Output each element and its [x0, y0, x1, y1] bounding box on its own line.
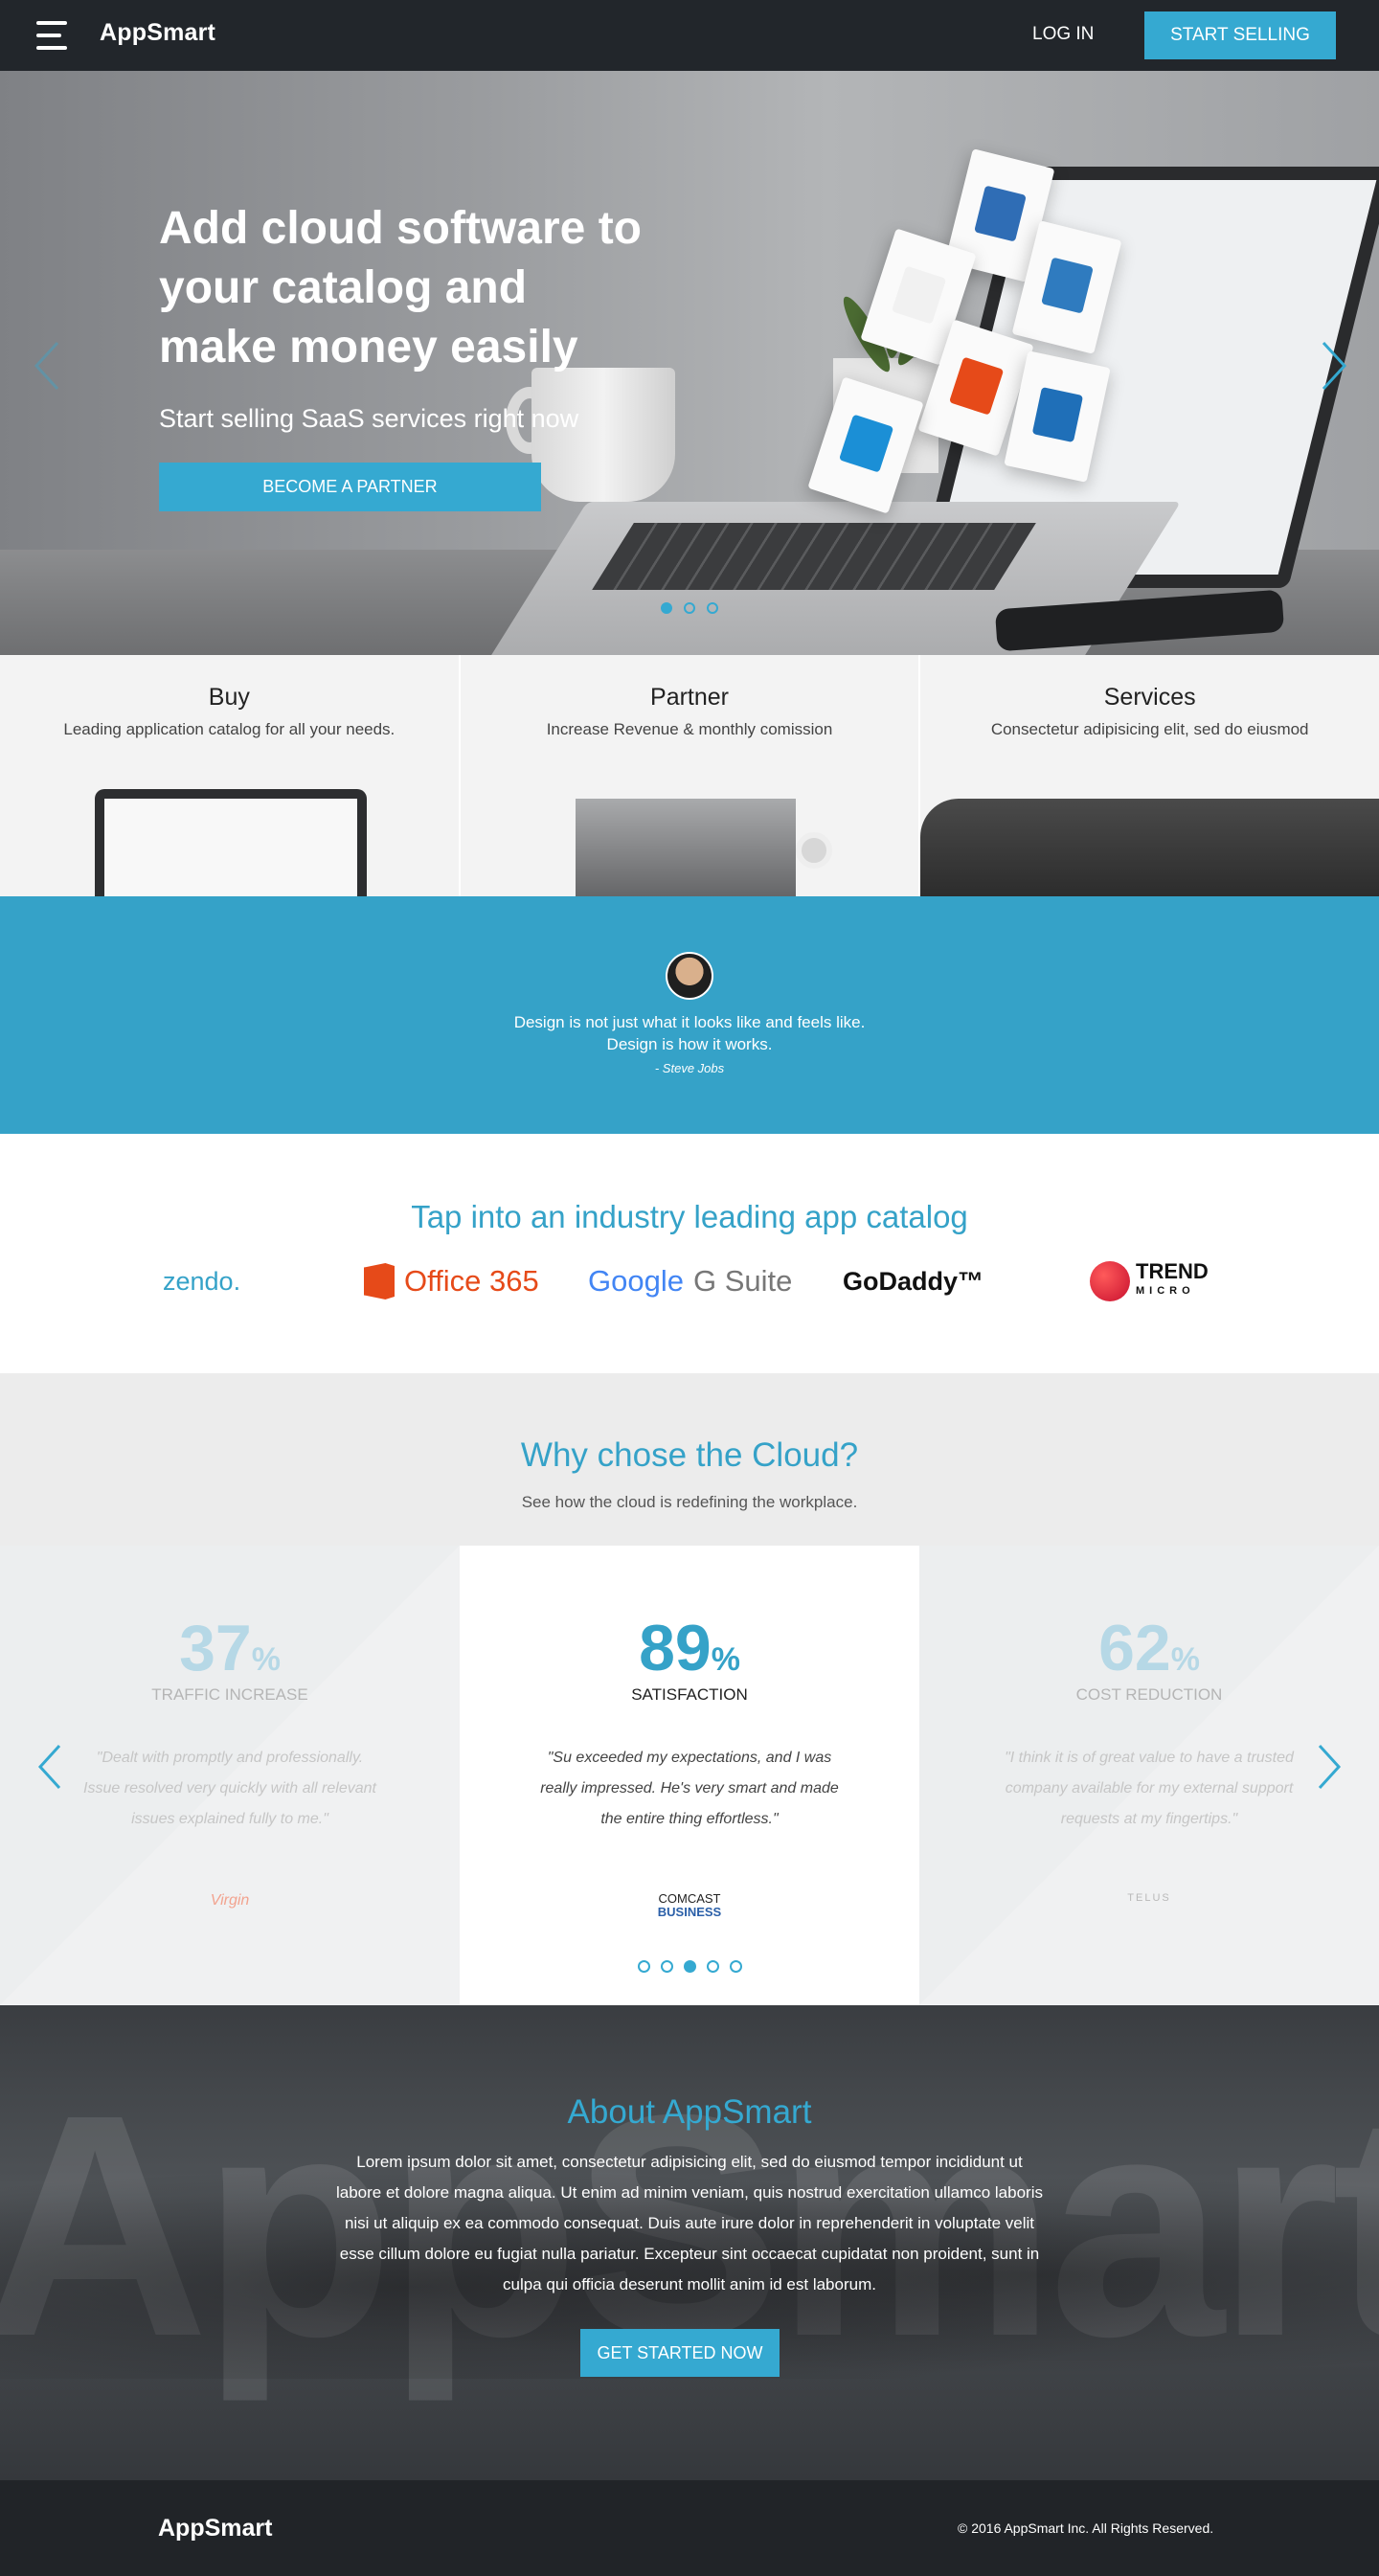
trend-micro-ball-icon	[1090, 1261, 1130, 1301]
stat-card-traffic: 37% TRAFFIC INCREASE "Dealt with promptl…	[0, 1546, 460, 2005]
panel-text: Increase Revenue & monthly comission	[546, 720, 833, 738]
business-logo-text: BUSINESS	[657, 1905, 722, 1919]
about-section: AppSmart About AppSmart Lorem ipsum dolo…	[0, 2005, 1379, 2480]
panel-title: Buy	[208, 684, 250, 711]
hamburger-menu-icon[interactable]	[36, 19, 71, 52]
comcast-business-logo: COMCAST BUSINESS	[460, 1892, 919, 1919]
hero-pagination	[661, 602, 718, 614]
stat-card-cost: 62% COST REDUCTION "I think it is of gre…	[919, 1546, 1379, 2005]
stats-dot[interactable]	[707, 1960, 719, 1973]
office365-logo-text: Office 365	[404, 1264, 539, 1298]
why-title: Why chose the Cloud?	[520, 1436, 859, 1474]
login-link[interactable]: LOG IN	[1032, 24, 1094, 45]
trend-micro-logo[interactable]: TREND MICRO	[1090, 1260, 1209, 1302]
panel-buy[interactable]: Buy Leading application catalog for all …	[0, 655, 461, 896]
google-logo-text: Google	[588, 1264, 684, 1298]
quote-line-2: Design is how it works.	[606, 1035, 773, 1053]
stats-dot[interactable]	[684, 1960, 696, 1973]
coffee-mug	[531, 368, 675, 502]
godaddy-logo[interactable]: GoDaddy™	[843, 1260, 983, 1302]
virgin-logo: Virgin	[210, 1892, 250, 1909]
stat-quote: "Dealt with promptly and professionally.…	[83, 1750, 376, 1827]
gsuite-logo-text: G Suite	[692, 1264, 793, 1298]
stat-quote: "Su exceeded my expectations, and I was …	[540, 1750, 839, 1827]
feature-panels: Buy Leading application catalog for all …	[0, 655, 1379, 896]
laptop-keyboard	[592, 523, 1036, 590]
why-cloud-section: Why chose the Cloud? See how the cloud i…	[0, 1373, 1379, 2005]
stat-label: SATISFACTION	[631, 1685, 748, 1704]
micro-logo-text: MICRO	[1136, 1285, 1195, 1297]
stats-next-arrow-icon[interactable]	[1316, 1743, 1343, 1791]
quote-line-1: Design is not just what it looks like an…	[513, 1013, 866, 1031]
stats-dot[interactable]	[661, 1960, 673, 1973]
stat-label: TRAFFIC INCREASE	[151, 1685, 308, 1704]
get-started-button[interactable]: GET STARTED NOW	[580, 2329, 780, 2377]
stat-unit: %	[251, 1641, 281, 1678]
stat-unit: %	[1170, 1641, 1200, 1678]
panel-title: Partner	[650, 684, 729, 711]
panel-partner[interactable]: Partner Increase Revenue & monthly comis…	[460, 655, 921, 896]
office-icon	[364, 1263, 395, 1299]
why-subtitle: See how the cloud is redefining the work…	[521, 1493, 858, 1511]
tablet-image	[95, 789, 367, 896]
catalog-title: Tap into an industry leading app catalog	[411, 1199, 968, 1234]
comcast-logo-text: COMCAST	[658, 1891, 721, 1906]
trend-logo-text: TREND	[1136, 1259, 1209, 1283]
hero-carousel: Add cloud software to your catalog and m…	[0, 71, 1379, 655]
stats-dot[interactable]	[638, 1960, 650, 1973]
panel-text: Leading application catalog for all your…	[63, 720, 396, 738]
stats-dot[interactable]	[730, 1960, 742, 1973]
stat-quote: "I think it is of great value to have a …	[1005, 1750, 1294, 1827]
office365-logo[interactable]: Office 365	[364, 1260, 539, 1302]
sofa-image	[920, 799, 1379, 896]
avatar	[666, 952, 713, 1000]
stat-card-satisfaction: 89% SATISFACTION "Su exceeded my expecta…	[460, 1546, 919, 2005]
catalog-section: Tap into an industry leading app catalog…	[0, 1134, 1379, 1373]
footer-brand-logo[interactable]: AppSmart	[158, 2515, 272, 2542]
about-title: About AppSmart	[567, 2093, 812, 2131]
stat-label: COST REDUCTION	[1075, 1685, 1223, 1704]
godaddy-logo-text: GoDaddy™	[843, 1266, 984, 1296]
stat-unit: %	[711, 1641, 740, 1678]
hero-dot[interactable]	[661, 602, 672, 614]
hero-next-arrow-icon[interactable]	[1320, 339, 1348, 393]
hero-title: Add cloud software to your catalog and m…	[159, 203, 642, 373]
app-card-onenote	[807, 376, 924, 514]
panel-services[interactable]: Services Consectetur adipisicing elit, s…	[920, 655, 1379, 896]
stat-value: 89	[639, 1612, 712, 1684]
stat-value: 37	[179, 1612, 252, 1684]
hero-dot[interactable]	[707, 602, 718, 614]
stats-prev-arrow-icon[interactable]	[36, 1743, 63, 1791]
hero-subtitle: Start selling SaaS services right now	[159, 404, 579, 433]
laptop-image	[575, 799, 796, 896]
about-text: Lorem ipsum dolor sit amet, consectetur …	[336, 2153, 1043, 2294]
quote-banner: Design is not just what it looks like an…	[0, 896, 1379, 1134]
panel-text: Consectetur adipisicing elit, sed do eiu…	[990, 720, 1309, 738]
panel-title: Services	[1103, 684, 1196, 711]
start-selling-button[interactable]: START SELLING	[1144, 11, 1336, 59]
quote-author: - Steve Jobs	[654, 1061, 725, 1075]
copyright-text: © 2016 AppSmart Inc. All Rights Reserved…	[958, 2520, 1214, 2536]
telus-logo: TELUS	[1127, 1892, 1171, 1904]
become-partner-button[interactable]: BECOME A PARTNER	[159, 463, 541, 511]
stat-value: 62	[1098, 1612, 1171, 1684]
brand-logo[interactable]: AppSmart	[100, 19, 215, 47]
zendo-logo[interactable]: zendo.	[163, 1260, 240, 1302]
coffee-cup-image	[795, 832, 832, 869]
stats-pagination	[638, 1960, 742, 1973]
hero-dot[interactable]	[684, 602, 695, 614]
gsuite-logo[interactable]: Google G Suite	[588, 1260, 792, 1302]
footer: AppSmart © 2016 AppSmart Inc. All Rights…	[0, 2480, 1379, 2576]
hero-prev-arrow-icon[interactable]	[33, 339, 61, 393]
zendo-logo-text: zendo.	[163, 1266, 241, 1296]
top-nav: AppSmart LOG IN START SELLING	[0, 0, 1379, 71]
